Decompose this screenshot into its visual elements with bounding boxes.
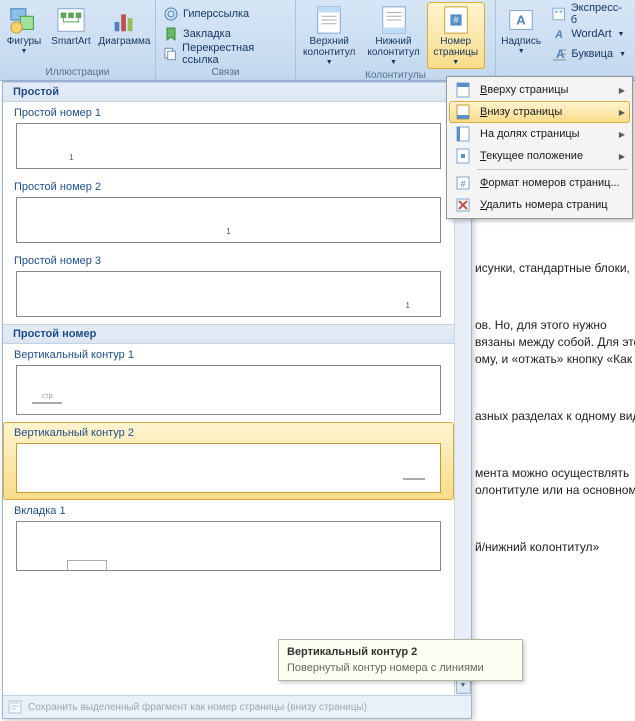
chevron-right-icon: ▶ xyxy=(615,108,629,117)
gallery-option[interactable]: Простой номер 2 1 xyxy=(3,176,454,250)
chart-button[interactable]: Диаграмма xyxy=(96,2,153,50)
menu-bottom-of-page[interactable]: Внизу страницы ▶ xyxy=(449,101,630,123)
chevron-down-icon: ▼ xyxy=(390,59,397,66)
menu-format-page-numbers[interactable]: # Формат номеров страниц... xyxy=(449,172,630,194)
quickparts-button[interactable]: Экспресс-б xyxy=(546,4,631,24)
footer-button[interactable]: Нижний колонтитул▼ xyxy=(362,2,424,69)
menu-top-of-page[interactable]: Вверху страницы ▶ xyxy=(449,79,630,101)
tooltip-body: Повернутый контур номера с линиями xyxy=(287,662,514,674)
gallery-footer: Сохранить выделенный фрагмент как номер … xyxy=(3,695,471,718)
page-number-button[interactable]: # Номер страницы▼ xyxy=(427,2,485,69)
chevron-right-icon: ▶ xyxy=(615,86,629,95)
gallery-option[interactable]: Простой номер 1 1 xyxy=(3,102,454,176)
crossref-button[interactable]: Перекрестная ссылка xyxy=(158,44,293,64)
tooltip-title: Вертикальный контур 2 xyxy=(287,646,514,658)
group-label: Связи xyxy=(158,66,293,80)
chevron-right-icon: ▶ xyxy=(615,152,629,161)
menu-remove-page-numbers[interactable]: Удалить номера страниц xyxy=(449,194,630,216)
tooltip: Вертикальный контур 2 Повернутый контур … xyxy=(278,639,523,681)
group-label: Иллюстрации xyxy=(2,66,153,80)
ribbon-group-links: Гиперссылка Закладка Перекрестная ссылка… xyxy=(156,0,296,80)
svg-text:#: # xyxy=(460,179,465,189)
gallery-category-simple: Простой xyxy=(3,82,454,102)
page-number-gallery: Простой Простой номер 1 1 Простой номер … xyxy=(2,81,472,719)
hyperlink-button[interactable]: Гиперссылка xyxy=(158,4,293,24)
gallery-option[interactable]: Вертикальный контур 1 стр xyxy=(3,344,454,422)
svg-text:#: # xyxy=(453,15,459,25)
gallery-footer-label: Сохранить выделенный фрагмент как номер … xyxy=(28,702,367,713)
chevron-down-icon: ▼ xyxy=(518,48,525,55)
svg-text:A: A xyxy=(554,29,563,41)
chevron-down-icon: ▼ xyxy=(326,59,333,66)
shapes-button[interactable]: Фигуры ▼ xyxy=(2,2,46,58)
wordart-button[interactable]: A WordArt▼ xyxy=(546,24,631,44)
smartart-button[interactable]: SmartArt xyxy=(48,2,94,50)
gallery-option-selected[interactable]: Вертикальный контур 2 xyxy=(3,422,454,500)
ribbon-group-illustrations: Фигуры ▼ SmartArt Диаграмма Иллюстрации xyxy=(0,0,156,80)
svg-text:A: A xyxy=(516,13,526,28)
dropcap-button[interactable]: A Буквица▼ xyxy=(546,44,631,64)
menu-page-margins[interactable]: На долях страницы ▶ xyxy=(449,123,630,145)
bookmark-button[interactable]: Закладка xyxy=(158,24,293,44)
textbox-button[interactable]: A Надпись▼ xyxy=(498,2,544,58)
menu-current-position[interactable]: Текущее положение ▶ xyxy=(449,145,630,167)
gallery-option[interactable]: Вкладка 1 xyxy=(3,500,454,578)
header-button[interactable]: Верхний колонтитул▼ xyxy=(298,2,360,69)
ribbon-group-headers: Верхний колонтитул▼ Нижний колонтитул▼ #… xyxy=(296,0,496,80)
gallery-category-simple-num: Простой номер xyxy=(3,324,454,344)
chevron-down-icon: ▼ xyxy=(21,48,28,55)
gallery-option[interactable]: Простой номер 3 1 xyxy=(3,250,454,324)
chevron-right-icon: ▶ xyxy=(615,130,629,139)
ribbon: Фигуры ▼ SmartArt Диаграмма Иллюстрации … xyxy=(0,0,635,81)
ribbon-group-text: A Надпись▼ Экспресс-б A WordArt▼ A Букви… xyxy=(496,0,633,80)
chevron-down-icon: ▼ xyxy=(452,59,459,66)
page-number-menu: Вверху страницы ▶ Внизу страницы ▶ На до… xyxy=(446,76,633,219)
